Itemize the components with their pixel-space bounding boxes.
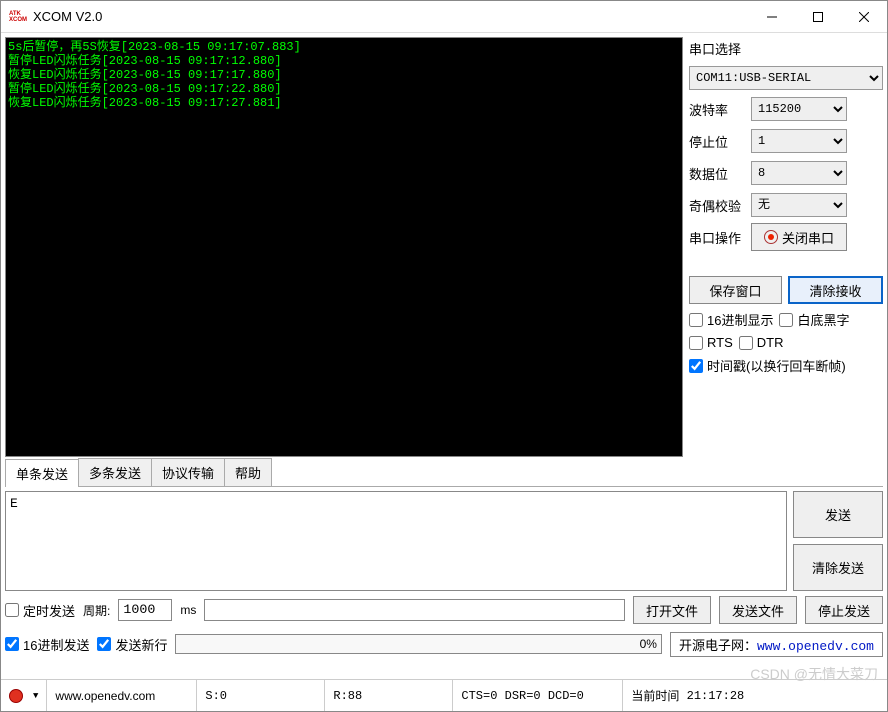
hex-display-checkbox[interactable]: 16进制显示: [689, 310, 773, 329]
baud-select[interactable]: 115200: [751, 97, 847, 121]
tab-protocol[interactable]: 协议传输: [151, 458, 225, 486]
window-title: XCOM V2.0: [33, 9, 749, 24]
dtr-checkbox[interactable]: DTR: [739, 335, 784, 350]
stopbits-select[interactable]: 1: [751, 129, 847, 153]
clear-send-button[interactable]: 清除发送: [793, 544, 883, 591]
close-button[interactable]: [841, 2, 887, 32]
save-window-button[interactable]: 保存窗口: [689, 276, 782, 304]
stopbits-label: 停止位: [689, 132, 745, 151]
close-port-button[interactable]: 关闭串口: [751, 223, 847, 251]
send-input[interactable]: [5, 491, 787, 591]
progress-bar: 0%: [175, 634, 661, 654]
period-label: 周期:: [83, 602, 110, 619]
status-time: 21:17:28: [687, 689, 745, 703]
file-path-input[interactable]: [204, 599, 625, 621]
status-received: R:88: [325, 680, 453, 711]
tab-help[interactable]: 帮助: [224, 458, 272, 486]
parity-label: 奇偶校验: [689, 196, 745, 215]
stop-send-button[interactable]: 停止发送: [805, 596, 883, 624]
baud-label: 波特率: [689, 100, 745, 119]
timestamp-checkbox[interactable]: 时间戳(以换行回车断帧): [689, 356, 883, 375]
status-record-icon: [9, 689, 23, 703]
white-bg-checkbox[interactable]: 白底黑字: [779, 310, 849, 329]
port-op-label: 串口操作: [689, 228, 745, 247]
timed-send-checkbox[interactable]: 定时发送: [5, 601, 75, 620]
clear-receive-button[interactable]: 清除接收: [788, 276, 883, 304]
parity-select[interactable]: 无: [751, 193, 847, 217]
status-url[interactable]: www.openedv.com: [47, 680, 197, 711]
terminal-output[interactable]: 5s后暂停，再5S恢复[2023-08-15 09:17:07.883] 暂停L…: [5, 37, 683, 457]
open-file-button[interactable]: 打开文件: [633, 596, 711, 624]
minimize-button[interactable]: [749, 2, 795, 32]
send-button[interactable]: 发送: [793, 491, 883, 538]
tab-bar: 单条发送 多条发送 协议传输 帮助: [5, 461, 883, 487]
rts-checkbox[interactable]: RTS: [689, 335, 733, 350]
maximize-button[interactable]: [795, 2, 841, 32]
dropdown-icon[interactable]: ▼: [33, 691, 38, 701]
tab-multi-send[interactable]: 多条发送: [78, 458, 152, 486]
send-newline-checkbox[interactable]: 发送新行: [97, 635, 167, 654]
ms-label: ms: [180, 603, 196, 617]
website-link[interactable]: 开源电子网：www.openedv.com: [670, 632, 883, 657]
port-section-title: 串口选择: [689, 39, 883, 58]
status-bar: ▼ www.openedv.com S:0 R:88 CTS=0 DSR=0 D…: [1, 679, 887, 711]
status-lines: CTS=0 DSR=0 DCD=0: [453, 680, 623, 711]
databits-label: 数据位: [689, 164, 745, 183]
hex-send-checkbox[interactable]: 16进制发送: [5, 635, 89, 654]
port-select[interactable]: COM11:USB-SERIAL: [689, 66, 883, 90]
record-icon: [764, 230, 778, 244]
tab-single-send[interactable]: 单条发送: [5, 459, 79, 487]
send-file-button[interactable]: 发送文件: [719, 596, 797, 624]
databits-select[interactable]: 8: [751, 161, 847, 185]
period-input[interactable]: [118, 599, 172, 621]
app-logo-icon: ATKXCOM: [9, 9, 27, 25]
status-sent: S:0: [197, 680, 325, 711]
